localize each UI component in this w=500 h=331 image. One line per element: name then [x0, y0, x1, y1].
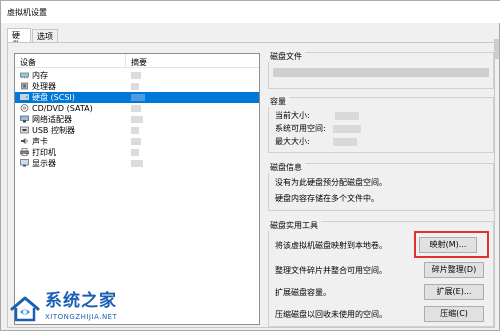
summary-column-header[interactable]: 摘要	[131, 57, 147, 68]
capacity-group: 容量 当前大小: 系统可用空间: 最大大小:	[268, 97, 494, 153]
disk-info-line-1: 没有为此硬盘预分配磁盘空间。	[275, 178, 387, 187]
cpu-icon	[21, 82, 28, 90]
watermark-url: XITONGZHIJIA.NET	[45, 313, 118, 321]
group-title: 容量	[268, 97, 289, 107]
device-item-hard-disk[interactable]: 硬盘 (SCSI)	[15, 92, 259, 103]
compact-description: 压缩磁盘以回收未使用的空间。	[275, 310, 387, 319]
highlight-box	[414, 231, 489, 258]
summary-value	[131, 94, 145, 101]
device-item-usb-controller[interactable]: USB 控制器	[15, 125, 259, 136]
defrag-description: 整理文件碎片并整合可用空间。	[275, 266, 387, 275]
watermark: 系统之家 XITONGZHIJIA.NET	[9, 289, 179, 329]
max-size-label: 最大大小:	[275, 137, 310, 146]
cd-dvd-icon	[20, 104, 29, 112]
device-item-processor[interactable]: 处理器	[15, 81, 259, 92]
scrollbar-thumb[interactable]	[494, 39, 499, 59]
max-size-value	[333, 138, 357, 146]
summary-value	[131, 149, 139, 156]
device-label: 内存	[32, 71, 48, 80]
device-label: 打印机	[32, 148, 56, 157]
vm-settings-window: 虚拟机设置 硬件 选项 设备 摘要 内存 处理器	[0, 0, 500, 331]
device-label: 处理器	[32, 82, 56, 91]
device-item-network-adapter[interactable]: 网络适配器	[15, 114, 259, 125]
group-title: 磁盘实用工具	[268, 221, 321, 231]
hard-disk-icon	[20, 94, 29, 100]
device-list-header: 设备 摘要	[15, 54, 259, 68]
tab-content: 设备 摘要 内存 处理器 硬盘 (SCSI) CD/DVD (SATA) 网络适…	[7, 42, 495, 328]
device-item-sound-card[interactable]: 声卡	[15, 136, 259, 147]
compact-button[interactable]: 压缩(C)	[424, 306, 484, 322]
device-label: CD/DVD (SATA)	[32, 104, 93, 113]
window-title: 虚拟机设置	[7, 8, 47, 17]
disk-utilities-group: 磁盘实用工具 将该虚拟机磁盘映射到本地卷。 映射(M)... 整理文件碎片并整合…	[268, 221, 494, 327]
device-item-memory[interactable]: 内存	[15, 70, 259, 81]
disk-info-group: 磁盘信息 没有为此硬盘预分配磁盘空间。 硬盘内容存储在多个文件中。	[268, 163, 494, 211]
title-bar: 虚拟机设置	[1, 1, 500, 23]
column-divider[interactable]	[125, 54, 126, 68]
device-item-display[interactable]: 显示器	[15, 158, 259, 169]
expand-description: 扩展磁盘容量。	[275, 288, 331, 297]
expand-button[interactable]: 扩展(E)...	[424, 284, 484, 300]
summary-value	[131, 72, 141, 79]
watermark-name: 系统之家	[45, 291, 117, 311]
map-description: 将该虚拟机磁盘映射到本地卷。	[275, 241, 387, 250]
device-label: USB 控制器	[32, 126, 75, 135]
summary-value	[131, 127, 139, 134]
device-label: 声卡	[32, 137, 48, 146]
display-icon	[20, 159, 29, 167]
tab-hardware[interactable]: 硬件	[7, 28, 31, 49]
group-title: 磁盘文件	[268, 52, 305, 62]
disk-file-group: 磁盘文件	[268, 52, 494, 89]
group-title: 磁盘信息	[268, 163, 305, 173]
network-adapter-icon	[20, 115, 29, 123]
device-item-printer[interactable]: 打印机	[15, 147, 259, 158]
tab-options[interactable]: 选项	[32, 29, 58, 43]
summary-value	[131, 83, 139, 90]
usb-controller-icon	[20, 126, 29, 134]
device-label: 网络适配器	[32, 115, 72, 124]
house-logo-icon	[10, 296, 40, 322]
device-list[interactable]: 设备 摘要 内存 处理器 硬盘 (SCSI) CD/DVD (SATA) 网络适…	[14, 53, 260, 325]
sound-card-icon	[21, 138, 28, 144]
memory-icon	[20, 72, 29, 79]
disk-file-path-field[interactable]	[273, 68, 489, 77]
device-column-header[interactable]: 设备	[20, 57, 36, 68]
system-free-space-label: 系统可用空间:	[275, 124, 326, 133]
summary-value	[131, 105, 141, 112]
current-size-label: 当前大小:	[275, 111, 310, 120]
device-label: 显示器	[32, 159, 56, 168]
summary-value	[131, 160, 143, 167]
printer-icon	[20, 148, 29, 156]
device-item-cd-dvd[interactable]: CD/DVD (SATA)	[15, 103, 259, 114]
defragment-button[interactable]: 碎片整理(D)	[424, 262, 484, 278]
summary-value	[131, 116, 143, 123]
device-label: 硬盘 (SCSI)	[32, 93, 75, 102]
system-free-space-value	[333, 125, 361, 133]
current-size-value	[335, 112, 359, 120]
summary-value	[131, 138, 141, 145]
disk-info-line-2: 硬盘内容存储在多个文件中。	[275, 194, 379, 203]
